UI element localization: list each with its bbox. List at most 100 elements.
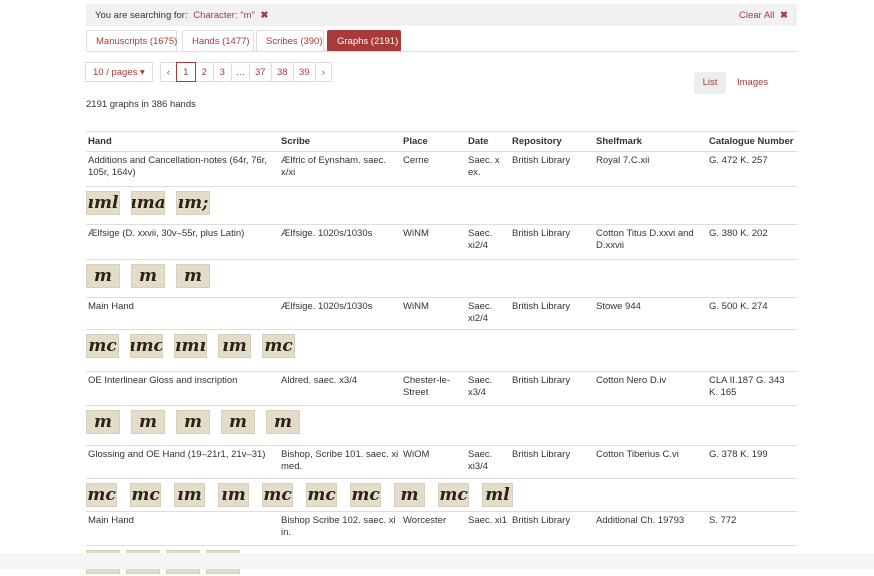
page-ellipsis: … xyxy=(230,62,250,82)
page-39[interactable]: 39 xyxy=(292,62,316,82)
cell-date: Saec. xi1 xyxy=(466,511,510,546)
glyph-image[interactable]: ıml xyxy=(86,191,120,215)
cell-scribe[interactable]: Ælfsige. 1020s/1030s xyxy=(279,297,401,330)
glyph-row: mc ımc ımı ım mc xyxy=(86,329,797,372)
cell-hand[interactable]: Glossing and OE Hand (19–21r1, 21v–31) xyxy=(86,445,279,479)
glyph-image[interactable]: m xyxy=(221,410,255,434)
glyph-image[interactable]: ıma xyxy=(131,191,165,215)
page-2[interactable]: 2 xyxy=(194,62,214,82)
cell-shelfmark[interactable]: Cotton Tiberius C.vi xyxy=(594,445,707,479)
glyph-row: mc mc ım ım mc mc mc m mc ml xyxy=(86,478,797,512)
remove-term-icon[interactable]: ✖ xyxy=(261,10,269,21)
column-header[interactable]: Place xyxy=(401,131,466,152)
bottom-scroll-area xyxy=(0,553,874,569)
page-3[interactable]: 3 xyxy=(212,62,232,82)
glyph-image[interactable]: ım xyxy=(174,483,205,507)
cell-place: WiNM xyxy=(401,224,466,260)
page-1[interactable]: 1 xyxy=(175,62,196,82)
table-row: Glossing and OE Hand (19–21r1, 21v–31) B… xyxy=(86,445,797,479)
cell-scribe[interactable]: Bishop Scribe 102. saec. xi in. xyxy=(279,511,401,546)
glyph-image[interactable]: mc xyxy=(86,334,119,358)
view-list-button[interactable]: List xyxy=(694,72,726,94)
glyph-image[interactable]: m xyxy=(394,483,425,507)
glyph-image[interactable]: mc xyxy=(438,483,469,507)
glyph-row: m m m xyxy=(86,259,797,298)
pagination: 10 / pages ▾ ‹ 1 2 3 … 37 38 39 › xyxy=(85,62,332,82)
cell-hand[interactable]: Main Hand xyxy=(86,511,279,546)
glyph-image[interactable]: ımc xyxy=(130,334,163,358)
cell-hand[interactable]: Ælfsige (D. xxvii, 30v–55r, plus Latin) xyxy=(86,224,279,260)
next-page-button[interactable]: › xyxy=(314,62,332,82)
cell-repository: British Library xyxy=(510,297,594,330)
tab-graphs[interactable]: Graphs (2191) xyxy=(327,30,401,51)
cell-place: Worcester xyxy=(401,511,466,546)
search-term[interactable]: Character: "m" xyxy=(193,10,255,21)
tab-scribes[interactable]: Scribes (390) xyxy=(256,30,324,51)
cell-hand[interactable]: OE Interlinear Gloss and inscription xyxy=(86,371,279,406)
cell-shelfmark[interactable]: Royal 7.C.xii xyxy=(594,151,707,187)
cell-repository: British Library xyxy=(510,445,594,479)
cell-shelfmark[interactable]: Additional Ch. 19793 xyxy=(594,511,707,546)
glyph-image[interactable]: ml xyxy=(482,483,513,507)
cell-catalogue: G. 380 K. 202 xyxy=(707,224,797,260)
column-header[interactable]: Repository xyxy=(510,131,594,152)
glyph-image[interactable]: ım; xyxy=(176,191,210,215)
glyph-image[interactable]: m xyxy=(131,264,165,288)
glyph-image[interactable]: mc xyxy=(262,483,293,507)
tab-hands[interactable]: Hands (1477) xyxy=(182,30,254,51)
cell-place: WiOM xyxy=(401,445,466,479)
glyph-image[interactable]: mc xyxy=(350,483,381,507)
cell-scribe[interactable]: Bishop, Scribe 101. saec. xi med. xyxy=(279,445,401,479)
glyph-image[interactable]: mc xyxy=(130,483,161,507)
page-37[interactable]: 37 xyxy=(248,62,272,82)
column-header[interactable]: Hand xyxy=(86,131,279,152)
column-header[interactable]: Catalogue Number xyxy=(707,131,797,152)
cell-repository: British Library xyxy=(510,224,594,260)
cell-catalogue: G. 378 K. 199 xyxy=(707,445,797,479)
column-header[interactable]: Date xyxy=(466,131,510,152)
cell-shelfmark[interactable]: Cotton Nero D.iv xyxy=(594,371,707,406)
cell-scribe[interactable]: Ælfsige. 1020s/1030s xyxy=(279,224,401,260)
cell-repository: British Library xyxy=(510,151,594,187)
cell-scribe[interactable]: Ælfric of Eynsham. saec. x/xi xyxy=(279,151,401,187)
cell-date: Saec. xi3/4 xyxy=(466,445,510,479)
view-images-button[interactable]: Images xyxy=(737,72,768,94)
tab-manuscripts[interactable]: Manuscripts (1675) xyxy=(86,30,177,51)
cell-date: Saec. xi2/4 xyxy=(466,297,510,330)
glyph-image[interactable]: ımı xyxy=(174,334,207,358)
glyph-image[interactable]: m xyxy=(86,264,120,288)
table-row: OE Interlinear Gloss and inscription Ald… xyxy=(86,371,797,406)
cell-hand[interactable]: Additions and Cancellation-notes (64r, 7… xyxy=(86,151,279,187)
cell-date: Saec. xi2/4 xyxy=(466,224,510,260)
glyph-image[interactable]: ım xyxy=(218,334,251,358)
results-table: Hand Scribe Place Date Repository Shelfm… xyxy=(86,131,797,576)
table-row: Ælfsige (D. xxvii, 30v–55r, plus Latin) … xyxy=(86,224,797,260)
column-header[interactable]: Shelfmark xyxy=(594,131,707,152)
cell-repository: British Library xyxy=(510,511,594,546)
search-prefix: You are searching for: xyxy=(95,9,188,21)
cell-scribe[interactable]: Aldred. saec. x3/4 xyxy=(279,371,401,406)
glyph-image[interactable]: mc xyxy=(262,334,295,358)
glyph-image[interactable]: m xyxy=(176,264,210,288)
cell-hand[interactable]: Main Hand xyxy=(86,297,279,330)
page-38[interactable]: 38 xyxy=(270,62,294,82)
clear-all-label[interactable]: Clear All xyxy=(739,10,774,21)
clear-all-link[interactable]: Clear All ✖ xyxy=(739,10,788,21)
glyph-image[interactable]: m xyxy=(176,410,210,434)
cell-catalogue: CLA II.187 G. 343 K. 165 xyxy=(707,371,797,406)
cell-shelfmark[interactable]: Cotton Titus D.xxvi and D.xxvii xyxy=(594,224,707,260)
glyph-image[interactable]: ım xyxy=(218,483,249,507)
glyph-image[interactable]: m xyxy=(86,410,120,434)
glyph-image[interactable]: mc xyxy=(86,483,117,507)
column-header[interactable]: Scribe xyxy=(279,131,401,152)
glyph-image[interactable]: m xyxy=(131,410,165,434)
clear-all-icon[interactable]: ✖ xyxy=(780,10,788,21)
glyph-image[interactable]: m xyxy=(266,410,300,434)
cell-catalogue: G. 500 K. 274 xyxy=(707,297,797,330)
glyph-image[interactable]: mc xyxy=(306,483,337,507)
cell-shelfmark[interactable]: Stowe 944 xyxy=(594,297,707,330)
cell-place: Cerne xyxy=(401,151,466,187)
per-page-select[interactable]: 10 / pages ▾ xyxy=(85,62,153,82)
prev-page-button[interactable]: ‹ xyxy=(159,62,177,82)
cell-date: Saec. x3/4 xyxy=(466,371,510,406)
